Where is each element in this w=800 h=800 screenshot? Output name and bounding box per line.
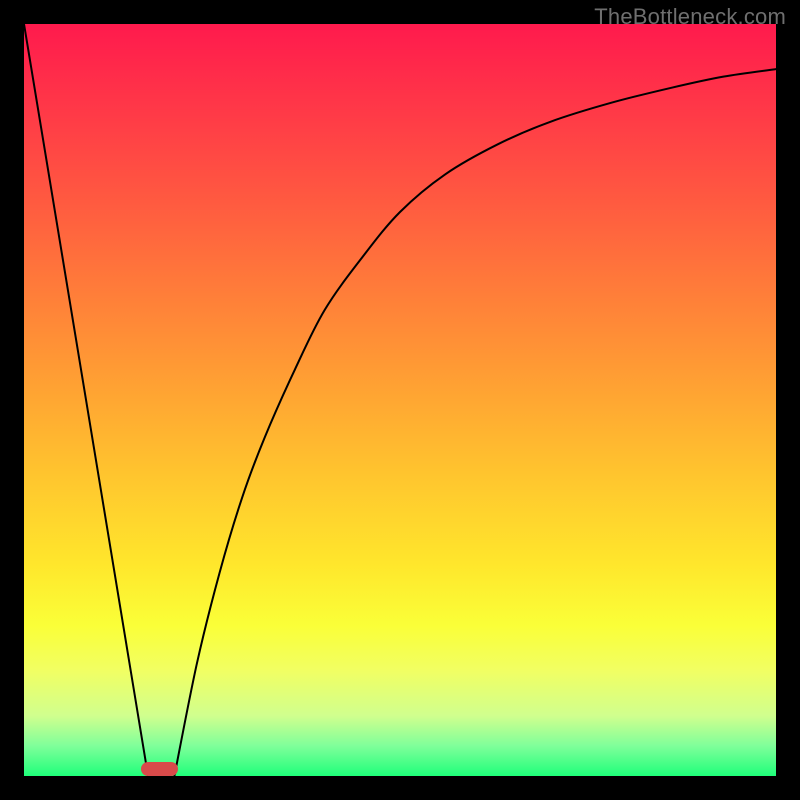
bottleneck-marker [141,762,179,776]
left-line-path [24,24,148,776]
chart-stage: TheBottleneck.com [0,0,800,800]
plot-area [24,24,776,776]
right-curve-path [174,69,776,776]
curve-layer [24,24,776,776]
attribution-label: TheBottleneck.com [594,4,786,30]
